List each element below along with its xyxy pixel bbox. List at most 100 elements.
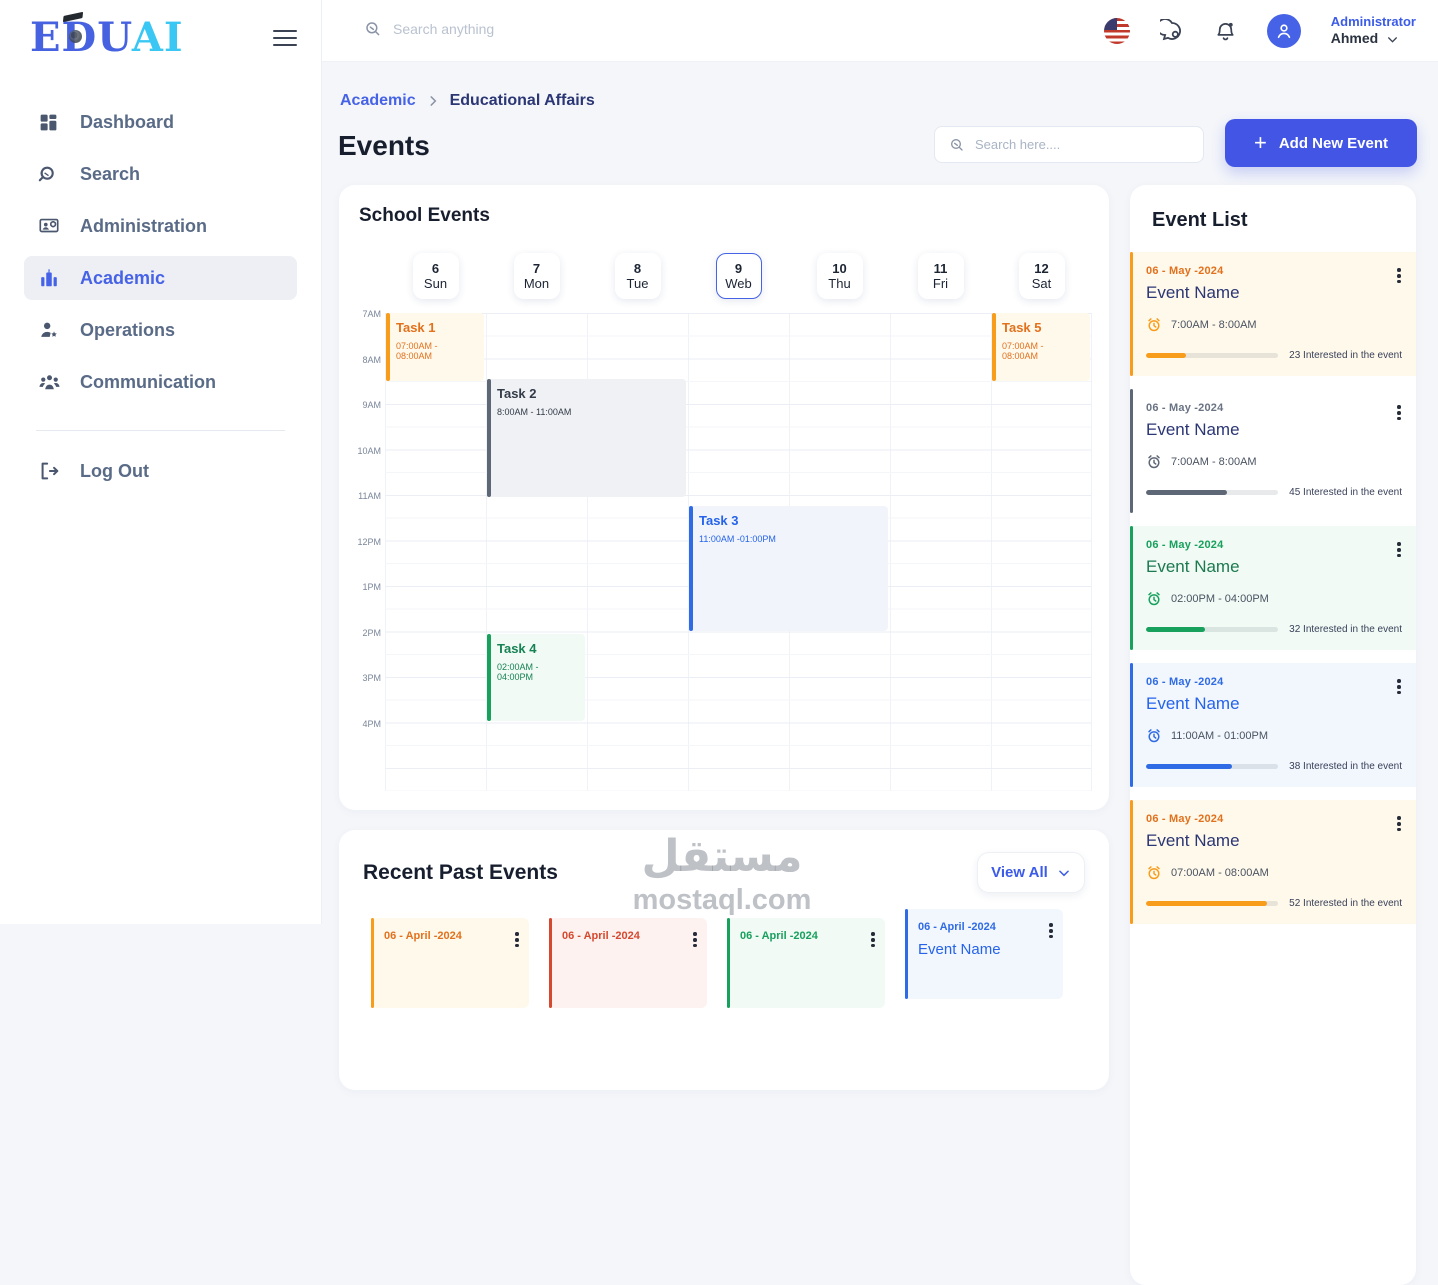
view-all-button[interactable]: View All xyxy=(977,852,1085,893)
kebab-menu-icon[interactable] xyxy=(1397,677,1401,697)
kebab-menu-icon[interactable] xyxy=(1397,266,1401,286)
event-list-panel: Event List 06 - May -2024 Event Name 7:00A… xyxy=(1130,185,1416,1285)
task-name: Task 2 xyxy=(497,386,537,401)
user-avatar[interactable] xyxy=(1266,14,1301,48)
sidebar-item-label: Operations xyxy=(80,319,176,340)
kebab-menu-icon[interactable] xyxy=(515,930,519,950)
past-event-date: 06 - April -2024 xyxy=(740,930,818,942)
event-card[interactable]: 06 - May -2024 Event Name 02:00PM - 04:00P… xyxy=(1130,526,1416,650)
sidebar-item-label: Communication xyxy=(80,371,217,392)
day-number: 11 xyxy=(933,261,948,276)
task-time: 02:00AM - 04:00PM xyxy=(497,662,539,682)
breadcrumb-academic[interactable]: Academic xyxy=(340,92,416,110)
interested-count: 52 Interested in the event xyxy=(1289,898,1402,909)
event-time: 02:00PM - 04:00PM xyxy=(1171,593,1269,605)
recent-past-events-panel: Recent Past Events View All 06 - April -… xyxy=(339,830,1109,1090)
kebab-menu-icon[interactable] xyxy=(1397,540,1401,560)
global-search-placeholder: Search anything xyxy=(393,21,495,37)
sidebar-item-label: Log Out xyxy=(80,460,149,481)
day-abbr: Tue xyxy=(626,276,649,291)
sidebar-nav: Dashboard Search Administration Academic Ope… xyxy=(0,100,321,404)
calendar-task-task-2[interactable]: Task 2 8:00AM - 11:00AM xyxy=(487,379,686,497)
messages-icon[interactable] xyxy=(1159,19,1184,43)
hamburger-menu-icon[interactable] xyxy=(273,25,297,51)
sidebar-item-academic[interactable]: Academic xyxy=(24,256,297,300)
day-pill-web[interactable]: 9 Web xyxy=(715,253,762,299)
search-icon xyxy=(949,137,965,153)
sidebar-item-communication[interactable]: Communication xyxy=(24,360,297,404)
progress-fill xyxy=(1146,353,1186,358)
notifications-bell-icon[interactable] xyxy=(1214,20,1237,43)
alarm-clock-icon xyxy=(1146,317,1162,333)
event-progress-row: 32 Interested in the event xyxy=(1146,624,1402,635)
kebab-menu-icon[interactable] xyxy=(1397,814,1401,834)
user-menu[interactable]: Administrator Ahmed xyxy=(1331,14,1416,48)
progress-fill xyxy=(1146,627,1206,632)
sidebar-item-log-out[interactable]: Log Out xyxy=(24,449,297,493)
event-card[interactable]: 06 - May -2024 Event Name 11:00AM - 01:00P… xyxy=(1130,663,1416,787)
event-date: 06 - May -2024 xyxy=(1146,813,1224,825)
event-card[interactable]: 06 - May -2024 Event Name 7:00AM - 8:00AM 4… xyxy=(1130,389,1416,513)
day-pill-thu[interactable]: 10 Thu xyxy=(816,253,863,299)
operations-icon xyxy=(38,318,62,342)
day-pill-fri[interactable]: 11 Fri xyxy=(917,253,964,299)
day-abbr: Mon xyxy=(523,276,550,291)
task-name: Task 3 xyxy=(699,513,739,528)
day-cell: 8 Tue xyxy=(587,253,688,299)
kebab-menu-icon[interactable] xyxy=(1397,403,1401,423)
app-logo: EDUAI xyxy=(30,14,184,61)
day-pill-sat[interactable]: 12 Sat xyxy=(1018,253,1065,299)
events-search-placeholder: Search here.... xyxy=(975,137,1061,152)
time-label: 4PM xyxy=(362,718,381,729)
event-list-cards: 06 - May -2024 Event Name 7:00AM - 8:00AM 2… xyxy=(1130,252,1416,924)
past-event-card[interactable]: 06 - April -2024 xyxy=(549,918,707,1008)
day-abbr: Web xyxy=(725,276,752,291)
progress-fill xyxy=(1146,764,1232,769)
day-pill-tue[interactable]: 8 Tue xyxy=(614,253,661,299)
past-event-date: 06 - April -2024 xyxy=(918,921,996,933)
event-time-row: 07:00AM - 08:00AM xyxy=(1146,865,1402,881)
user-name: Ahmed xyxy=(1330,30,1379,47)
language-flag-icon[interactable] xyxy=(1103,18,1130,44)
sidebar-item-administration[interactable]: Administration xyxy=(24,204,297,248)
event-time: 07:00AM - 08:00AM xyxy=(1171,867,1269,879)
past-event-card[interactable]: 06 - April -2024 xyxy=(371,918,529,1008)
kebab-menu-icon[interactable] xyxy=(871,930,875,950)
sidebar-item-search[interactable]: Search xyxy=(24,152,297,196)
day-abbr: Thu xyxy=(828,276,851,291)
interested-count: 45 Interested in the event xyxy=(1289,487,1402,498)
past-event-card[interactable]: 06 - April -2024 Event Name xyxy=(905,909,1063,999)
add-new-event-button[interactable]: + Add New Event xyxy=(1225,119,1417,167)
day-cell: 11 Fri xyxy=(890,253,991,299)
calendar-task-task-5[interactable]: Task 5 07:00AM - 08:00AM xyxy=(992,313,1090,381)
time-label: 1PM xyxy=(362,582,381,592)
day-pill-mon[interactable]: 7 Mon xyxy=(513,253,560,299)
past-event-name: Event Name xyxy=(918,941,1001,958)
sidebar-item-operations[interactable]: Operations xyxy=(24,308,297,352)
page-title: Events xyxy=(338,130,430,161)
past-event-card[interactable]: 06 - April -2024 xyxy=(727,918,885,1008)
calendar-task-task-1[interactable]: Task 1 07:00AM - 08:00AM xyxy=(386,313,484,381)
progress-bar xyxy=(1146,353,1278,358)
task-name: Task 5 xyxy=(1002,320,1042,335)
kebab-menu-icon[interactable] xyxy=(693,930,697,950)
day-abbr: Sat xyxy=(1031,276,1052,291)
global-search-input[interactable]: Search anything xyxy=(364,20,494,38)
search-icon xyxy=(38,162,62,186)
day-pill-sun[interactable]: 6 Sun xyxy=(412,253,459,299)
event-card[interactable]: 06 - May -2024 Event Name 07:00AM - 08:00A… xyxy=(1130,800,1416,924)
event-name: Event Name xyxy=(1146,283,1240,302)
search-icon xyxy=(364,20,382,38)
communication-icon xyxy=(38,370,62,394)
event-name: Event Name xyxy=(1146,557,1240,576)
calendar-task-task-3[interactable]: Task 3 11:00AM -01:00PM xyxy=(689,506,888,631)
events-search-input[interactable]: Search here.... xyxy=(934,126,1204,163)
calendar-grid-area: Task 1 07:00AM - 08:00AM Task 2 8:00AM - 11… xyxy=(385,313,1092,791)
event-name: Event Name xyxy=(1146,831,1240,850)
chevron-down-icon xyxy=(1057,866,1071,880)
calendar-task-task-4[interactable]: Task 4 02:00AM - 04:00PM xyxy=(487,634,585,721)
event-card[interactable]: 06 - May -2024 Event Name 7:00AM - 8:00AM 2… xyxy=(1130,252,1416,376)
interested-count: 38 Interested in the event xyxy=(1289,761,1402,772)
time-label: 8AM xyxy=(362,354,381,365)
sidebar-item-dashboard[interactable]: Dashboard xyxy=(24,100,297,144)
